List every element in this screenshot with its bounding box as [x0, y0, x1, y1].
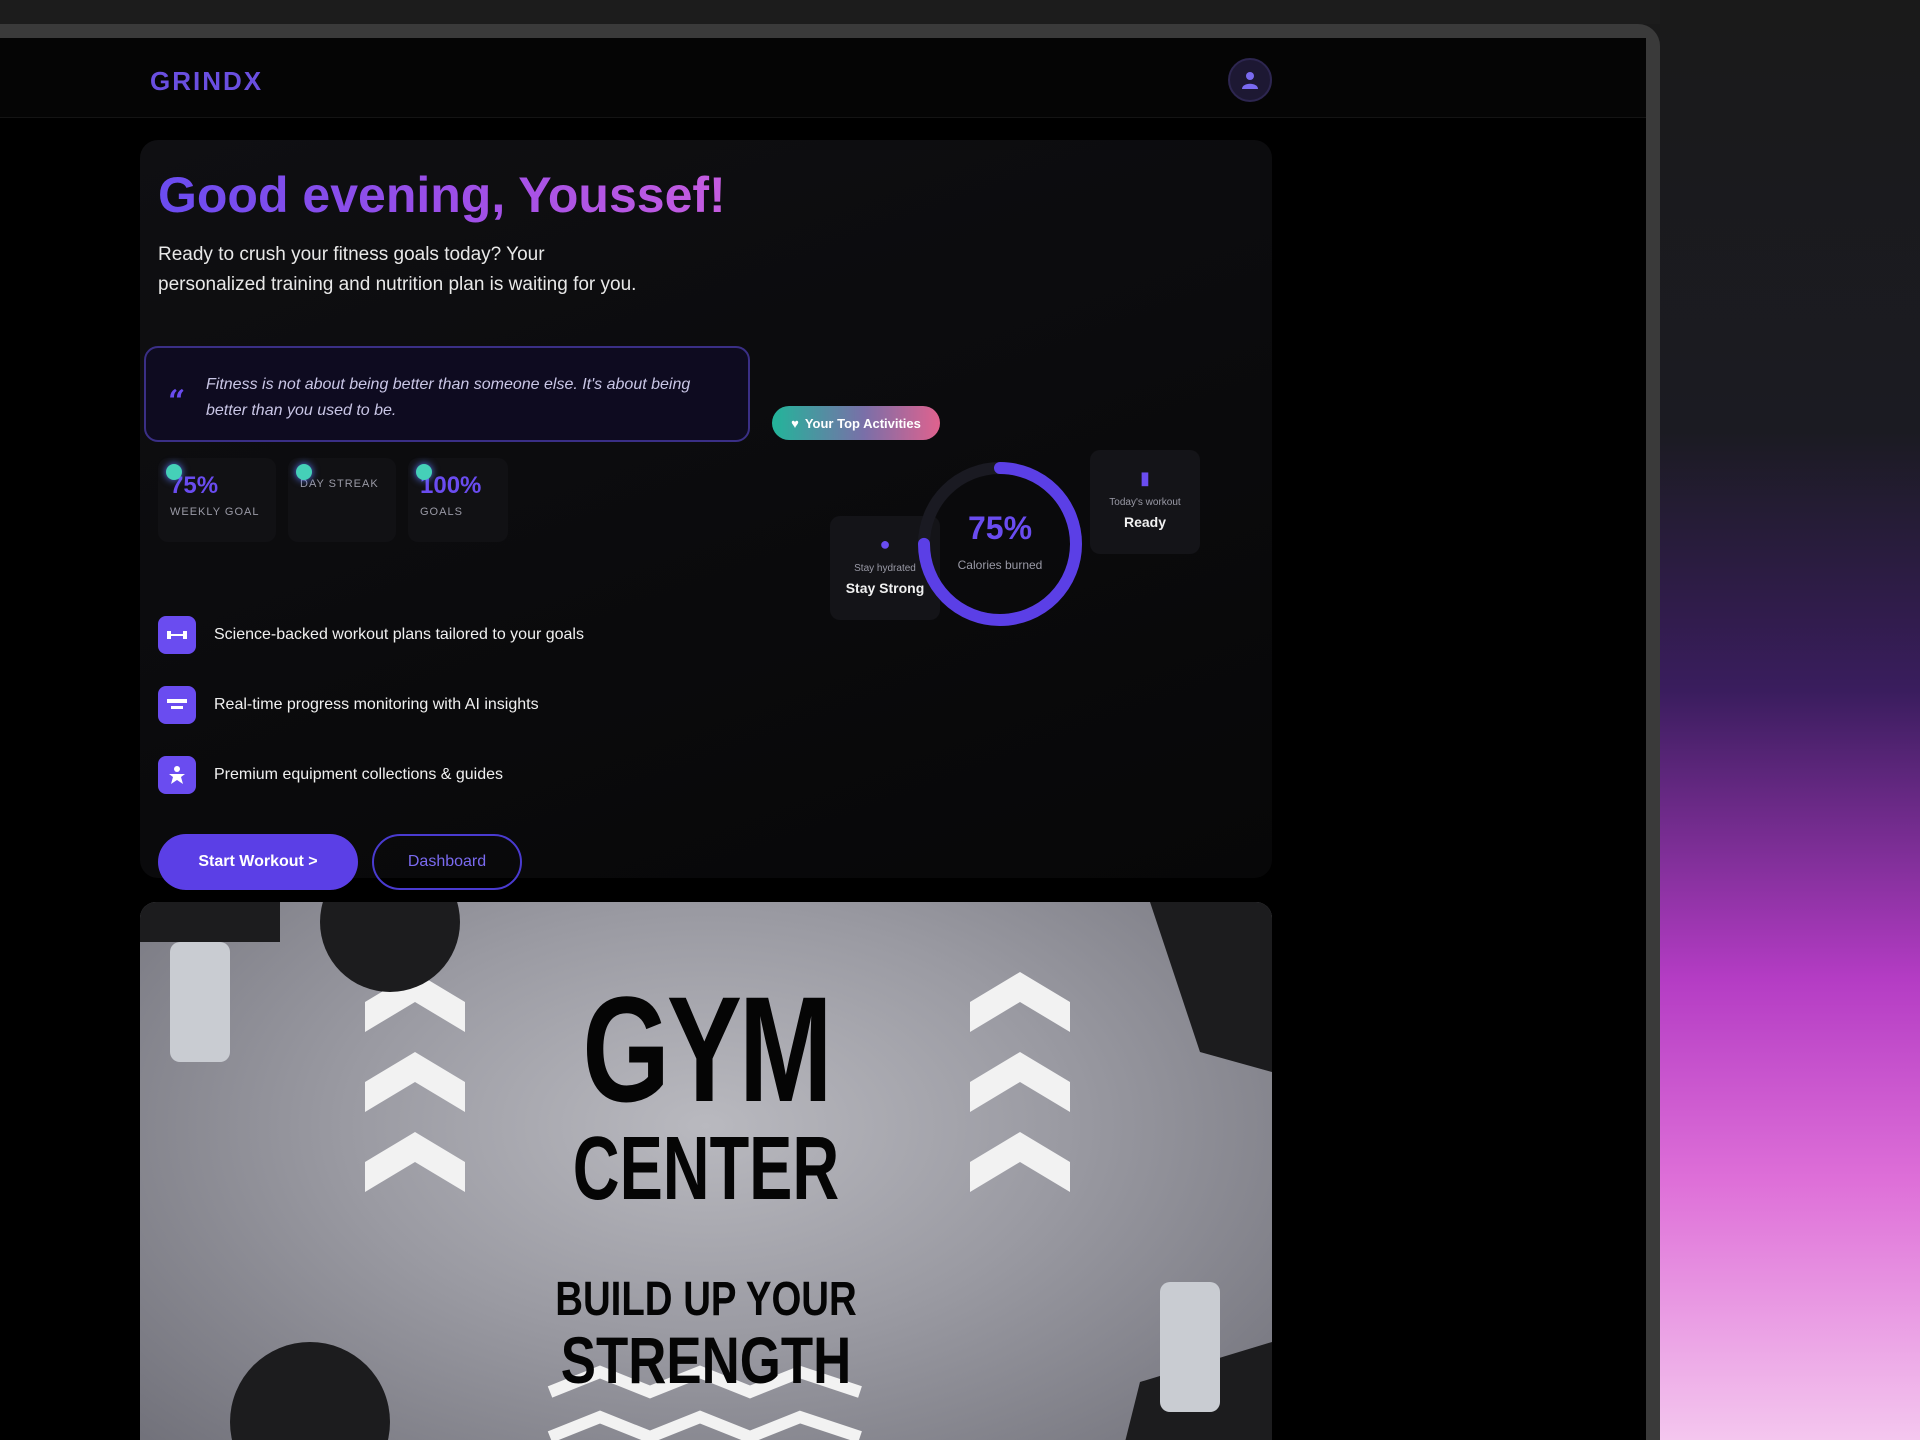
banner-subtitle: CENTER	[572, 1119, 840, 1219]
brand-logo[interactable]: GRINDX	[150, 66, 263, 97]
motivation-quote: “ Fitness is not about being better than…	[144, 346, 750, 442]
banner-tagline: BUILD UP YOUR	[555, 1273, 857, 1326]
app-screen: GRINDX Good evening, Youssef! Ready to c…	[0, 38, 1646, 1440]
workout-status-card: ▮ Today's workout Ready	[1090, 450, 1200, 554]
card-value: Ready	[1123, 514, 1167, 530]
hero-subtitle: Ready to crush your fitness goals today?…	[158, 244, 637, 295]
stat-label: DAY STREAK	[300, 478, 379, 490]
banner-title: GYM	[582, 965, 832, 1133]
bolt-icon: ▮	[1140, 468, 1150, 488]
hero-card: Good evening, Youssef! Ready to crush yo…	[140, 140, 1272, 890]
dumbbell-icon	[158, 616, 196, 654]
progress-label: Calories burned	[957, 558, 1043, 572]
stat-label: WEEKLY GOAL	[170, 506, 260, 518]
progress-value: 75%	[967, 510, 1033, 546]
window-frame	[0, 0, 1660, 24]
desktop-backdrop	[1640, 0, 1920, 1440]
feature-text: Science-backed workout plans tailored to…	[214, 626, 584, 643]
stat-label: GOALS	[420, 506, 463, 518]
top-activities-badge[interactable]: ♥ Your Top Activities	[772, 406, 940, 440]
chart-icon	[158, 686, 196, 724]
stat-weekly-goal: 75% WEEKLY GOAL	[158, 458, 276, 542]
feature-text: Real-time progress monitoring with AI in…	[214, 696, 539, 713]
quote-text: Fitness is not about being better than s…	[206, 376, 691, 419]
badge-label: Your Top Activities	[804, 415, 921, 431]
greeting-title: Good evening, Youssef!	[158, 167, 726, 223]
dashboard-button[interactable]: Dashboard	[372, 834, 522, 890]
stat-day-streak: DAY STREAK	[288, 458, 396, 542]
quote-icon: “	[168, 384, 186, 419]
banner-tagline-strong: STRENGTH	[560, 1323, 852, 1397]
feature-text: Premium equipment collections & guides	[214, 766, 504, 783]
user-icon	[1242, 72, 1258, 89]
stat-glow-icon	[166, 464, 182, 480]
card-subtitle: Today's workout	[1109, 497, 1181, 508]
user-avatar-button[interactable]	[1228, 58, 1272, 102]
top-navbar: GRINDX	[0, 38, 1646, 118]
gym-center-banner: GYM CENTER BUILD UP YOUR STRENGTH	[140, 902, 1272, 1440]
stat-glow-icon	[296, 464, 312, 480]
stat-glow-icon	[416, 464, 432, 480]
stat-value: 75%	[170, 472, 219, 499]
start-workout-button[interactable]: Start Workout >	[158, 834, 358, 890]
equipment-icon	[158, 756, 196, 794]
stat-goals: 100% GOALS	[408, 458, 508, 542]
progress-ring: 75% Calories burned	[912, 456, 1088, 632]
heart-icon: ♥	[791, 415, 799, 431]
monitor-frame: GRINDX Good evening, Youssef! Ready to c…	[0, 24, 1660, 1440]
stat-value: 100%	[420, 472, 482, 499]
